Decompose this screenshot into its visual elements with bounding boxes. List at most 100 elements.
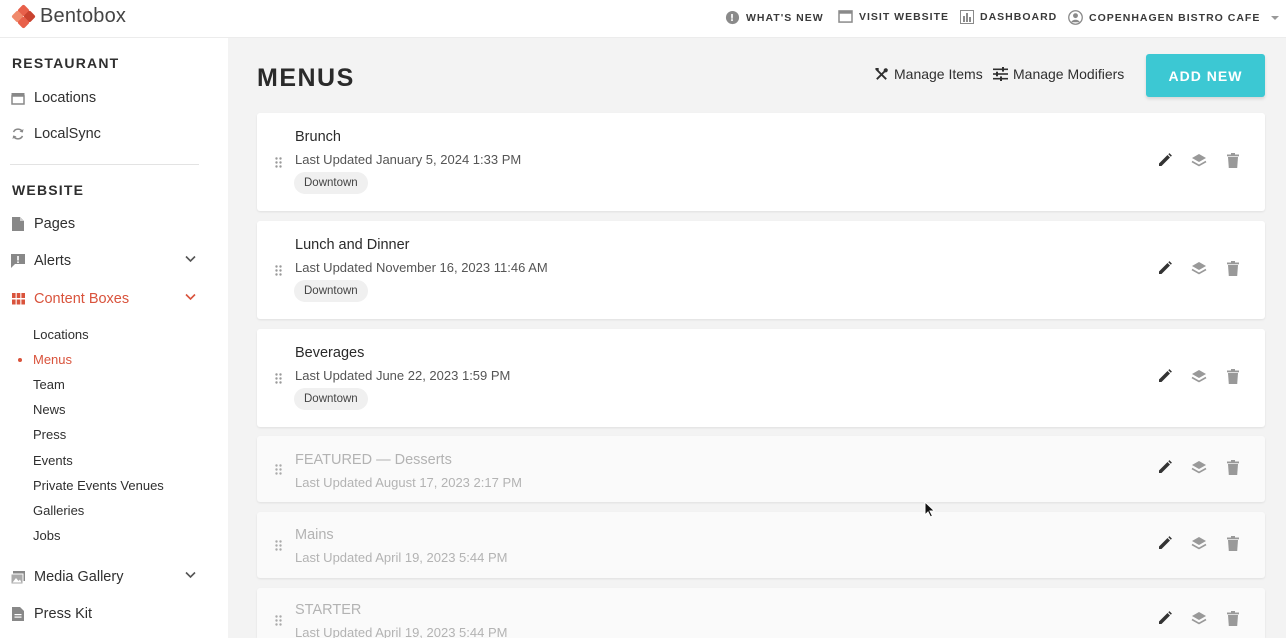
menu-card[interactable]: FEATURED — Desserts Last Updated August … bbox=[257, 436, 1265, 502]
sidebar-item-label: Media Gallery bbox=[34, 569, 124, 585]
submenu-item-news[interactable]: News bbox=[33, 402, 66, 417]
submenu-item-menus[interactable]: Menus bbox=[18, 352, 72, 367]
drag-handle-icon[interactable] bbox=[275, 540, 282, 551]
sidebar-item-label: Content Boxes bbox=[34, 291, 130, 307]
layers-icon[interactable] bbox=[1189, 258, 1209, 278]
menu-card[interactable]: Mains Last Updated April 19, 2023 5:44 P… bbox=[257, 512, 1265, 578]
menu-updated: Last Updated April 19, 2023 5:44 PM bbox=[295, 625, 508, 638]
sidebar-item-content-boxes[interactable]: Content Boxes bbox=[10, 286, 200, 312]
drag-handle-icon[interactable] bbox=[275, 615, 282, 626]
submenu-item-team[interactable]: Team bbox=[33, 377, 65, 392]
menu-card[interactable]: Beverages Last Updated June 22, 2023 1:5… bbox=[257, 329, 1265, 427]
sidebar-item-locations[interactable]: Locations bbox=[10, 85, 200, 111]
document-icon bbox=[10, 606, 26, 622]
sidebar-divider bbox=[10, 164, 199, 165]
menu-title: Beverages bbox=[295, 345, 365, 361]
submenu-item-jobs[interactable]: Jobs bbox=[33, 528, 60, 543]
submenu-item-locations[interactable]: Locations bbox=[33, 327, 89, 342]
menu-updated: Last Updated June 22, 2023 1:59 PM bbox=[295, 368, 511, 383]
restaurant-section-title: RESTAURANT bbox=[12, 55, 120, 71]
image-icon bbox=[10, 569, 26, 585]
page-title: MENUS bbox=[257, 64, 355, 92]
layers-icon[interactable] bbox=[1189, 150, 1209, 170]
drag-handle-icon[interactable] bbox=[275, 464, 282, 475]
sidebar-item-localsync[interactable]: LocalSync bbox=[10, 121, 200, 147]
trash-icon[interactable] bbox=[1223, 366, 1243, 386]
location-tag: Downtown bbox=[294, 172, 368, 194]
account-name: COPENHAGEN BISTRO CAFE bbox=[1089, 11, 1261, 24]
trash-icon[interactable] bbox=[1223, 533, 1243, 553]
dashboard-label: DASHBOARD bbox=[980, 11, 1058, 23]
manage-items-label: Manage Items bbox=[894, 66, 983, 82]
alert-icon bbox=[10, 253, 26, 269]
active-indicator bbox=[18, 358, 22, 362]
sidebar: RESTAURANT Locations LocalSync WEBSITE P… bbox=[0, 38, 228, 638]
manage-modifiers-button[interactable]: Manage Modifiers bbox=[993, 66, 1124, 82]
layers-icon[interactable] bbox=[1189, 457, 1209, 477]
edit-icon[interactable] bbox=[1155, 150, 1175, 170]
menu-card[interactable]: Brunch Last Updated January 5, 2024 1:33… bbox=[257, 113, 1265, 211]
dashboard-link[interactable]: DASHBOARD bbox=[960, 10, 1057, 24]
trash-icon[interactable] bbox=[1223, 457, 1243, 477]
sidebar-item-label: Locations bbox=[34, 90, 97, 106]
chevron-down-icon[interactable] bbox=[185, 255, 196, 263]
layers-icon[interactable] bbox=[1189, 533, 1209, 553]
edit-icon[interactable] bbox=[1155, 533, 1175, 553]
trash-icon[interactable] bbox=[1223, 258, 1243, 278]
submenu-item-events[interactable]: Events bbox=[33, 453, 73, 468]
storefront-icon bbox=[10, 90, 26, 106]
manage-modifiers-label: Manage Modifiers bbox=[1013, 66, 1125, 82]
drag-handle-icon[interactable] bbox=[275, 157, 282, 168]
drag-handle-icon[interactable] bbox=[275, 373, 282, 384]
manage-items-button[interactable]: Manage Items bbox=[874, 66, 983, 82]
grid-icon bbox=[10, 291, 26, 307]
menu-updated: Last Updated January 5, 2024 1:33 PM bbox=[295, 152, 522, 167]
menu-title: Lunch and Dinner bbox=[295, 237, 410, 253]
edit-icon[interactable] bbox=[1155, 366, 1175, 386]
sidebar-item-press-kit[interactable]: Press Kit bbox=[10, 601, 200, 627]
submenu-item-press[interactable]: Press bbox=[33, 427, 66, 442]
sidebar-item-pages[interactable]: Pages bbox=[10, 211, 200, 237]
edit-icon[interactable] bbox=[1155, 457, 1175, 477]
edit-icon[interactable] bbox=[1155, 608, 1175, 628]
trash-icon[interactable] bbox=[1223, 608, 1243, 628]
account-menu[interactable]: COPENHAGEN BISTRO CAFE bbox=[1068, 10, 1280, 25]
top-bar: Bentobox ! WHAT'S NEW VISIT WEBSITE DASH… bbox=[0, 0, 1286, 38]
trash-icon[interactable] bbox=[1223, 150, 1243, 170]
menu-updated: Last Updated April 19, 2023 5:44 PM bbox=[295, 550, 508, 565]
sidebar-item-label: Pages bbox=[34, 216, 76, 232]
layers-icon[interactable] bbox=[1189, 608, 1209, 628]
browser-icon bbox=[838, 10, 853, 23]
website-section-title: WEBSITE bbox=[12, 182, 85, 198]
chevron-down-icon[interactable] bbox=[185, 571, 196, 579]
chevron-down-icon[interactable] bbox=[185, 293, 196, 301]
page-icon bbox=[10, 216, 26, 232]
sliders-icon bbox=[993, 67, 1008, 81]
visit-website-link[interactable]: VISIT WEBSITE bbox=[838, 10, 949, 23]
menu-title: Brunch bbox=[295, 129, 341, 145]
app-name: Bentobox bbox=[40, 5, 127, 27]
sync-icon bbox=[10, 126, 26, 142]
whats-new-label: WHAT'S NEW bbox=[746, 11, 824, 24]
layers-icon[interactable] bbox=[1189, 366, 1209, 386]
whats-new-link[interactable]: ! WHAT'S NEW bbox=[725, 10, 824, 25]
sidebar-item-alerts[interactable]: Alerts bbox=[10, 248, 200, 274]
submenu-item-galleries[interactable]: Galleries bbox=[33, 503, 84, 518]
sidebar-item-media-gallery[interactable]: Media Gallery bbox=[10, 564, 200, 590]
svg-text:!: ! bbox=[730, 13, 735, 24]
bentobox-logo-icon bbox=[11, 3, 36, 29]
sidebar-item-label: Press Kit bbox=[34, 606, 93, 622]
location-tag: Downtown bbox=[294, 388, 368, 410]
edit-icon[interactable] bbox=[1155, 258, 1175, 278]
location-tag: Downtown bbox=[294, 280, 368, 302]
menu-card[interactable]: STARTER Last Updated April 19, 2023 5:44… bbox=[257, 588, 1265, 638]
mouse-cursor-icon bbox=[924, 501, 936, 518]
visit-website-label: VISIT WEBSITE bbox=[859, 10, 950, 23]
bar-chart-icon bbox=[960, 10, 974, 24]
submenu-item-private-events-venues[interactable]: Private Events Venues bbox=[33, 478, 164, 493]
sidebar-item-label: Alerts bbox=[34, 253, 72, 269]
add-new-button[interactable]: ADD NEW bbox=[1146, 54, 1265, 97]
menu-card[interactable]: Lunch and Dinner Last Updated November 1… bbox=[257, 221, 1265, 319]
bentobox-logo[interactable]: Bentobox bbox=[11, 3, 127, 29]
drag-handle-icon[interactable] bbox=[275, 265, 282, 276]
